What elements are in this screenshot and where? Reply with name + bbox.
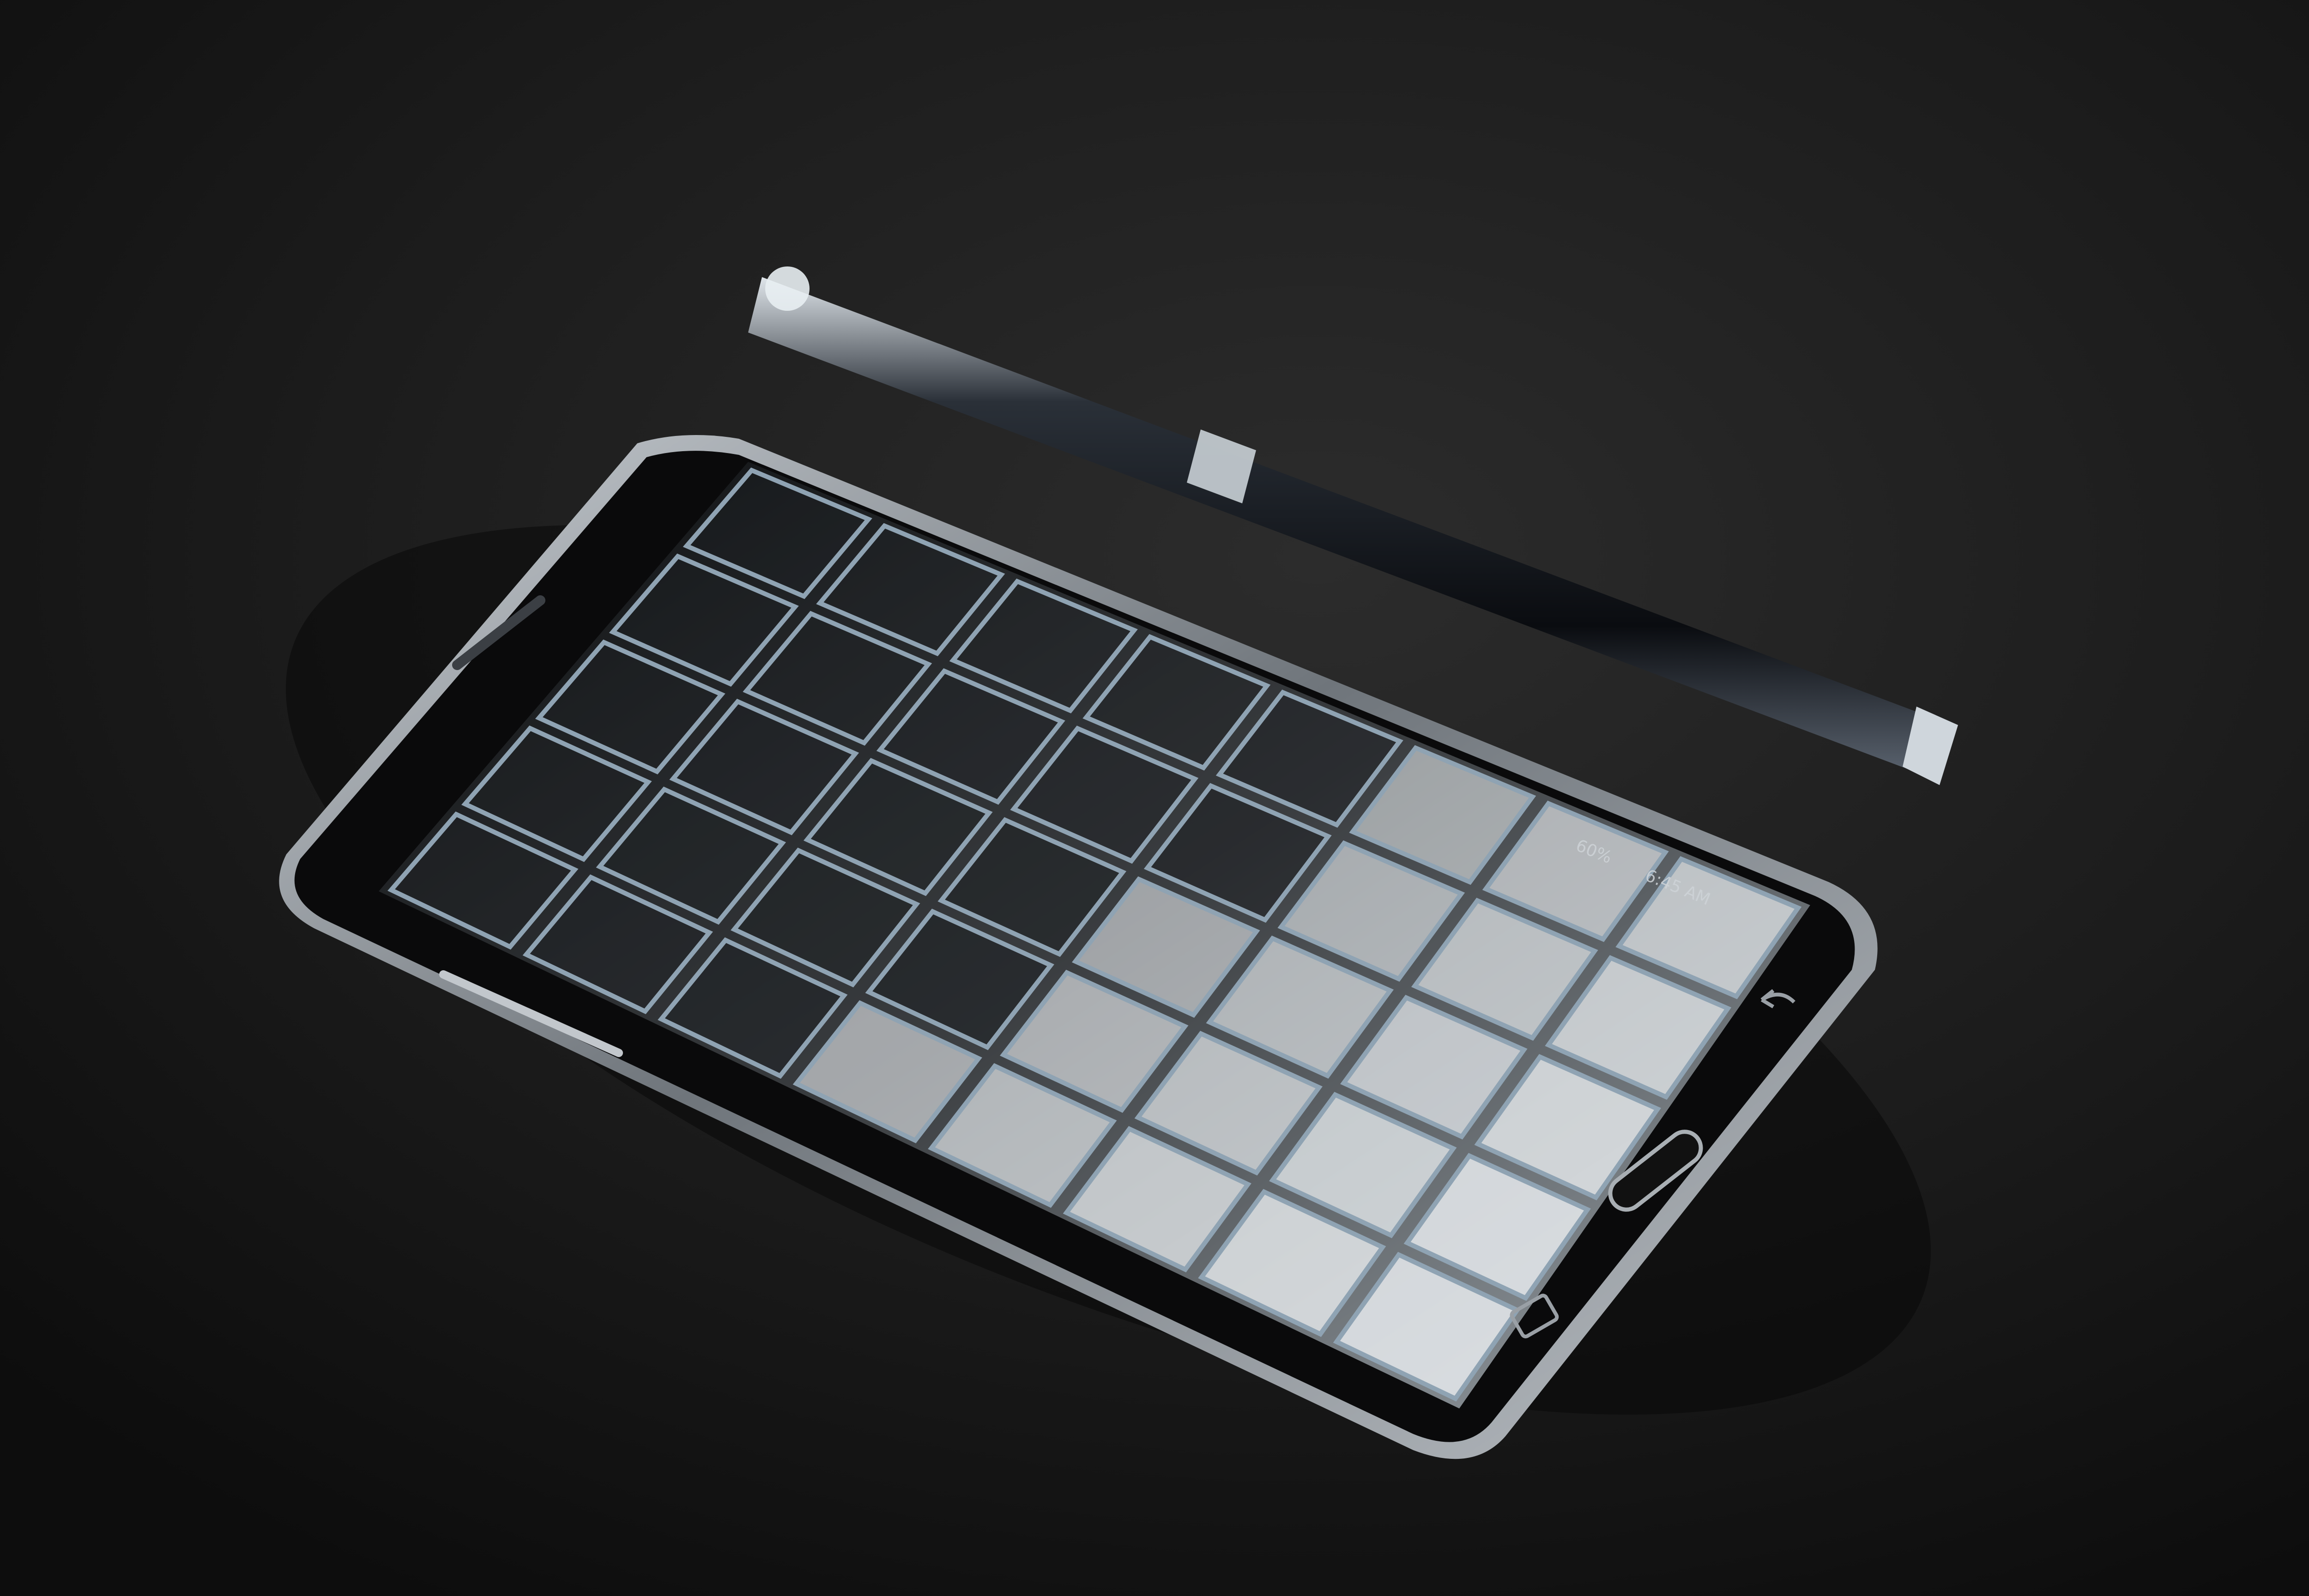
photo-scene: 60% 6:45 AM [0,0,2309,1596]
